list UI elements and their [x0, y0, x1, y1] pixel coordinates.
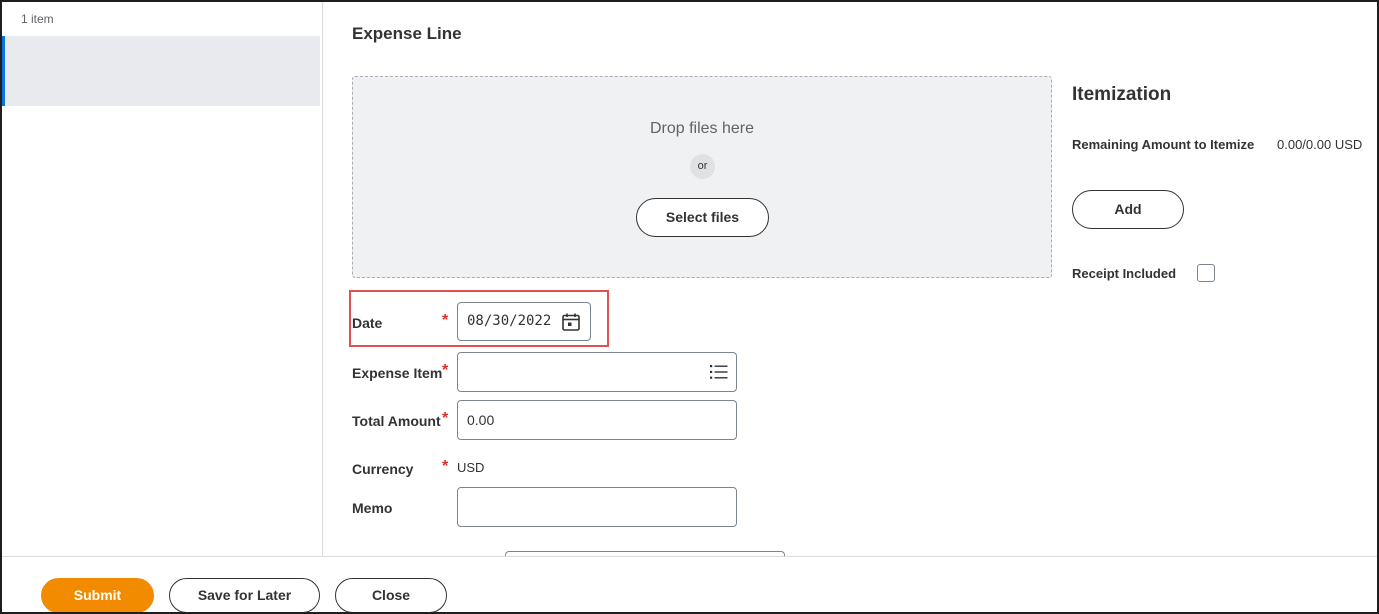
sidebar-item-selected[interactable] — [2, 36, 320, 106]
total-amount-input[interactable]: 0.00 — [457, 400, 737, 440]
memo-input[interactable] — [457, 487, 737, 527]
or-separator: or — [690, 154, 715, 179]
expense-item-label: Expense Item — [352, 365, 443, 381]
add-itemization-button[interactable]: Add — [1072, 190, 1184, 229]
date-field-highlight — [349, 290, 609, 347]
drop-files-text: Drop files here — [649, 120, 755, 137]
memo-label: Memo — [352, 500, 393, 516]
receipt-included-checkbox[interactable] — [1197, 264, 1215, 282]
file-dropzone[interactable]: Drop files here or Select files — [352, 76, 1052, 278]
currency-label: Currency — [352, 461, 414, 477]
app-window: 1 item Expense Line Drop files here or S… — [0, 0, 1379, 614]
remaining-amount-value: 0.00/0.00 USD — [1277, 137, 1363, 152]
receipt-included-label: Receipt Included — [1072, 266, 1177, 281]
save-for-later-button[interactable]: Save for Later — [169, 578, 320, 612]
sidebar: 1 item — [2, 2, 322, 556]
submit-button[interactable]: Submit — [41, 578, 154, 612]
list-icon[interactable] — [710, 364, 728, 380]
item-count: 1 item — [21, 12, 54, 26]
required-marker: * — [442, 458, 449, 475]
required-marker: * — [442, 362, 449, 379]
required-marker: * — [442, 410, 449, 427]
itemization-title: Itemization — [1072, 84, 1172, 105]
remaining-amount-label: Remaining Amount to Itemize — [1072, 137, 1255, 152]
expense-item-input[interactable] — [457, 352, 737, 392]
currency-value: USD — [457, 460, 485, 475]
close-button[interactable]: Close — [335, 578, 447, 612]
footer-bar: Submit Save for Later Close — [2, 556, 1377, 612]
panel-divider — [322, 2, 323, 556]
page-title: Expense Line — [352, 24, 462, 43]
total-amount-label: Total Amount — [352, 413, 441, 429]
select-files-button[interactable]: Select files — [636, 198, 769, 237]
